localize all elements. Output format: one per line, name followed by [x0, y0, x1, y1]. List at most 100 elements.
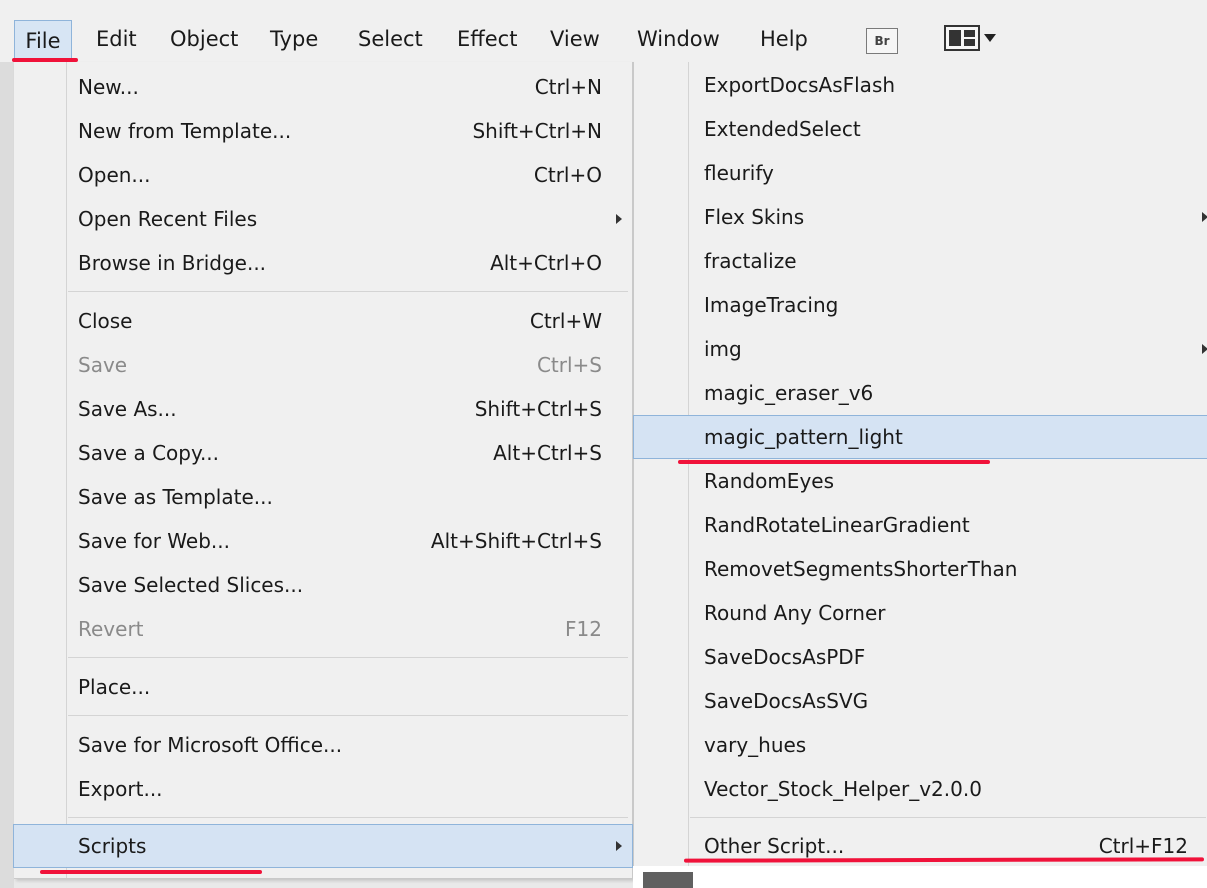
script-item-savedocsaspdf[interactable]: SaveDocsAsPDF — [634, 636, 1207, 678]
menu-item-close[interactable]: Close Ctrl+W — [14, 300, 632, 342]
menu-separator — [68, 817, 628, 818]
menu-item-shortcut: Shift+Ctrl+N — [472, 119, 602, 143]
script-item-extendedselect[interactable]: ExtendedSelect — [634, 108, 1207, 150]
menu-item-label: Scripts — [78, 834, 147, 858]
menu-item-export[interactable]: Export... — [14, 768, 632, 810]
menu-item-shortcut: Ctrl+W — [529, 309, 602, 333]
menu-item-label: SaveDocsAsSVG — [704, 689, 869, 713]
menu-item-new-from-template[interactable]: New from Template... Shift+Ctrl+N — [14, 110, 632, 152]
menu-effect[interactable]: Effect — [457, 18, 517, 60]
script-item-randrotatelineargradient[interactable]: RandRotateLinearGradient — [634, 504, 1207, 546]
menu-item-label: Round Any Corner — [704, 601, 886, 625]
menu-item-label: Save — [78, 353, 128, 377]
menu-item-scripts[interactable]: Scripts — [13, 824, 633, 868]
submenu-arrow-icon — [1202, 344, 1207, 354]
menu-item-label: vary_hues — [704, 733, 807, 757]
script-item-vector-stock-helper[interactable]: Vector_Stock_Helper_v2.0.0 — [634, 768, 1207, 810]
menu-item-label: Save As... — [78, 397, 177, 421]
menu-item-label: Save Selected Slices... — [78, 573, 304, 597]
menu-item-shortcut: Alt+Ctrl+S — [493, 441, 602, 465]
menu-separator — [68, 715, 628, 716]
script-item-img[interactable]: img — [634, 328, 1207, 370]
script-item-vary-hues[interactable]: vary_hues — [634, 724, 1207, 766]
script-item-exportdocsasflash[interactable]: ExportDocsAsFlash — [634, 64, 1207, 106]
bridge-button[interactable]: Br — [866, 28, 898, 54]
submenu-arrow-icon — [616, 214, 622, 224]
menu-item-label: Save as Template... — [78, 485, 273, 509]
menu-item-label: Revert — [78, 617, 144, 641]
menu-window[interactable]: Window — [637, 18, 720, 60]
menu-item-label: fractalize — [704, 249, 797, 273]
menu-item-label: New... — [78, 75, 139, 99]
scripts-submenu: ExportDocsAsFlash ExtendedSelect fleurif… — [633, 62, 1207, 867]
submenu-arrow-icon — [1202, 212, 1207, 222]
menu-separator — [68, 291, 628, 292]
menu-item-shortcut: F12 — [565, 617, 602, 641]
workspace-switcher-icon[interactable] — [944, 24, 1002, 52]
menu-item-label: Open... — [78, 163, 151, 187]
menu-item-label: ImageTracing — [704, 293, 839, 317]
menu-item-revert: Revert F12 — [14, 608, 632, 650]
canvas-background — [633, 866, 1207, 888]
menu-item-shortcut: Ctrl+S — [536, 353, 602, 377]
menu-item-save-a-copy[interactable]: Save a Copy... Alt+Ctrl+S — [14, 432, 632, 474]
script-item-imagetracing[interactable]: ImageTracing — [634, 284, 1207, 326]
script-item-fleurify[interactable]: fleurify — [634, 152, 1207, 194]
menu-item-label: Export... — [78, 777, 163, 801]
menu-item-open[interactable]: Open... Ctrl+O — [14, 154, 632, 196]
menu-item-label: ExtendedSelect — [704, 117, 861, 141]
menu-item-save-as-template[interactable]: Save as Template... — [14, 476, 632, 518]
menu-item-save: Save Ctrl+S — [14, 344, 632, 386]
script-item-round-any-corner[interactable]: Round Any Corner — [634, 592, 1207, 634]
menu-object[interactable]: Object — [170, 18, 238, 60]
menu-item-shortcut: Ctrl+N — [534, 75, 602, 99]
workspace-background — [0, 62, 14, 888]
menu-item-save-selected-slices[interactable]: Save Selected Slices... — [14, 564, 632, 606]
script-item-flex-skins[interactable]: Flex Skins — [634, 196, 1207, 238]
menu-item-new[interactable]: New... Ctrl+N — [14, 66, 632, 108]
menu-item-label: Close — [78, 309, 133, 333]
menu-item-browse-in-bridge[interactable]: Browse in Bridge... Alt+Ctrl+O — [14, 242, 632, 284]
script-item-savedocsassvg[interactable]: SaveDocsAsSVG — [634, 680, 1207, 722]
script-item-removetsegmentsshorterthan[interactable]: RemovetSegmentsShorterThan — [634, 548, 1207, 590]
menu-separator — [68, 657, 628, 658]
menu-view[interactable]: View — [550, 18, 600, 60]
menu-item-label: Place... — [78, 675, 151, 699]
menu-item-save-as[interactable]: Save As... Shift+Ctrl+S — [14, 388, 632, 430]
menu-item-label: Open Recent Files — [78, 207, 258, 231]
script-item-magic-eraser-v6[interactable]: magic_eraser_v6 — [634, 372, 1207, 414]
menu-select[interactable]: Select — [358, 18, 423, 60]
submenu-arrow-icon — [616, 841, 622, 851]
annotation-underline — [12, 58, 78, 62]
menu-bar: File Edit Object Type Select Effect View… — [0, 0, 1207, 62]
menu-item-shortcut: Alt+Ctrl+O — [490, 251, 602, 275]
menu-help[interactable]: Help — [760, 18, 808, 60]
menu-edit[interactable]: Edit — [96, 18, 137, 60]
menu-file[interactable]: File — [14, 20, 72, 62]
menu-item-save-for-web[interactable]: Save for Web... Alt+Shift+Ctrl+S — [14, 520, 632, 562]
menu-type[interactable]: Type — [270, 18, 318, 60]
menu-item-label: img — [704, 337, 742, 361]
menu-item-label: Vector_Stock_Helper_v2.0.0 — [704, 777, 982, 801]
script-item-fractalize[interactable]: fractalize — [634, 240, 1207, 282]
menu-item-label: ExportDocsAsFlash — [704, 73, 896, 97]
menu-item-label: fleurify — [704, 161, 774, 185]
script-item-randomeyes[interactable]: RandomEyes — [634, 460, 1207, 502]
annotation-underline — [678, 460, 990, 464]
script-item-magic-pattern-light[interactable]: magic_pattern_light — [633, 415, 1207, 459]
menu-item-open-recent-files[interactable]: Open Recent Files — [14, 198, 632, 240]
menu-item-label: magic_eraser_v6 — [704, 381, 874, 405]
menu-separator — [690, 817, 1206, 818]
file-menu: New... Ctrl+N New from Template... Shift… — [13, 62, 633, 879]
canvas-element — [643, 872, 693, 888]
menu-item-shortcut: Alt+Shift+Ctrl+S — [430, 529, 602, 553]
menu-item-shortcut: Ctrl+O — [533, 163, 602, 187]
menu-item-label: Flex Skins — [704, 205, 805, 229]
menu-item-label: Browse in Bridge... — [78, 251, 267, 275]
annotation-underline — [40, 870, 262, 874]
menu-item-label: RandRotateLinearGradient — [704, 513, 970, 537]
menu-item-label: SaveDocsAsPDF — [704, 645, 866, 669]
menu-item-label: RemovetSegmentsShorterThan — [704, 557, 1018, 581]
menu-item-place[interactable]: Place... — [14, 666, 632, 708]
menu-item-save-for-microsoft-office[interactable]: Save for Microsoft Office... — [14, 724, 632, 766]
